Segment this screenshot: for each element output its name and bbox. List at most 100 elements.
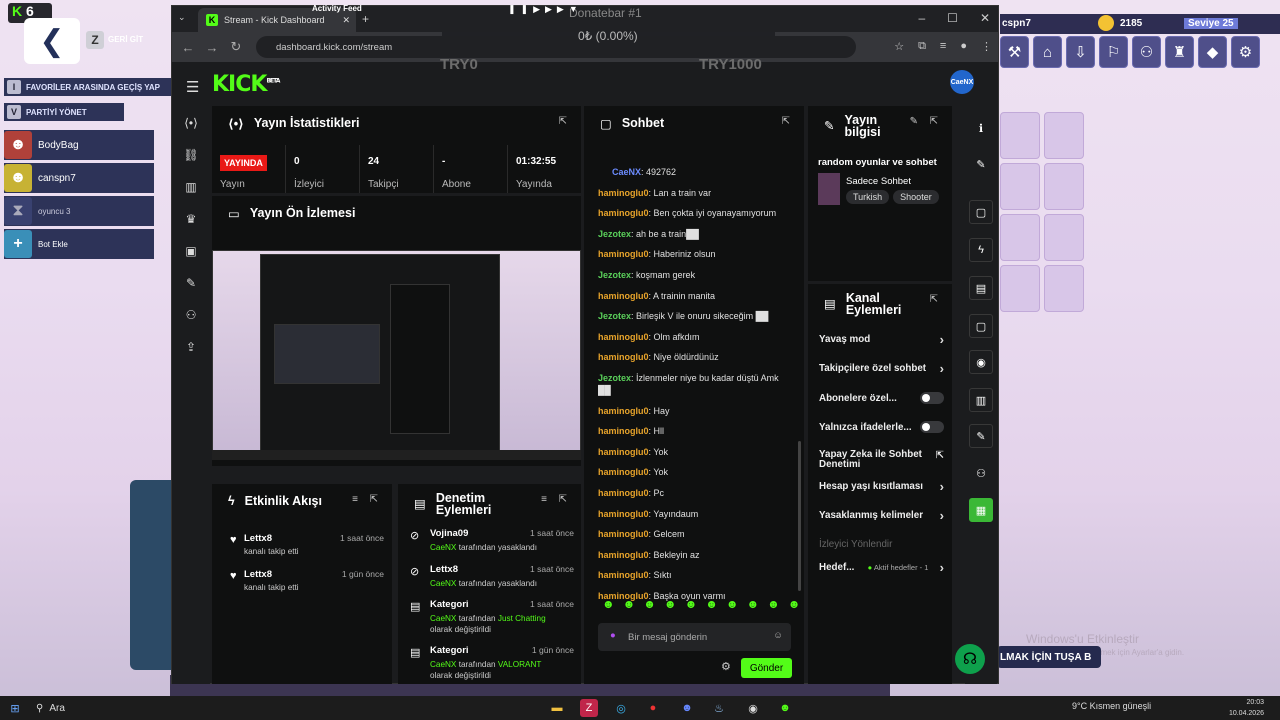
minimize-icon[interactable]: – (918, 11, 925, 25)
emoji-icon[interactable]: ☺ (773, 630, 783, 641)
mic-icon[interactable]: ● (610, 630, 616, 641)
upload-icon[interactable]: ⇪ (182, 340, 200, 358)
inventory-slot[interactable] (1000, 265, 1040, 312)
maximize-icon[interactable]: ☐ (947, 11, 958, 25)
emote-icon[interactable]: ☻ (746, 597, 759, 611)
ai-moderation-action[interactable]: Yapay Zeka ile Sohbet Denetimi ⇱ (819, 450, 944, 470)
account-age-action[interactable]: Hesap yaşı kısıtlaması › (819, 479, 944, 494)
back-icon[interactable]: ← (176, 40, 200, 55)
chat-username[interactable]: CaeNX (612, 167, 641, 177)
emote-icon[interactable]: ☻ (685, 597, 698, 611)
menu-dots-icon[interactable]: ⋮ (981, 40, 992, 53)
tool-icon[interactable]: ⚐ (1099, 36, 1128, 68)
link-icon[interactable]: ⛓ (182, 148, 200, 166)
tool-icon[interactable]: ♜ (1165, 36, 1194, 68)
inventory-slot[interactable] (1044, 265, 1084, 312)
popout-icon[interactable]: ⇱ (930, 294, 938, 305)
stream-preview-video[interactable] (212, 250, 581, 460)
clapper-icon[interactable]: ▦ (969, 498, 993, 522)
mod-actor[interactable]: CaeNX (430, 579, 456, 588)
wrench-icon[interactable]: ✎ (182, 276, 200, 294)
broadcast-icon[interactable]: ◉ (969, 350, 993, 374)
tool-icon[interactable]: ◆ (1198, 36, 1227, 68)
emote-icon[interactable]: ☻ (788, 597, 801, 611)
team-player-1[interactable]: ☻ BodyBag (4, 130, 154, 160)
add-bot-button[interactable]: + Bot Ekle (4, 229, 154, 259)
tool-icon[interactable]: ⌂ (1033, 36, 1062, 68)
reload-icon[interactable]: ↻ (224, 39, 248, 55)
send-button[interactable]: Gönder (741, 658, 792, 678)
banned-words-action[interactable]: Yasaklanmış kelimeler › (819, 508, 944, 523)
popout-icon[interactable]: ⇱ (782, 116, 790, 127)
emotes-only-toggle[interactable] (920, 421, 944, 433)
followers-only-action[interactable]: Takipçilere özel sohbet › (819, 361, 944, 376)
tool-icon[interactable]: ⚇ (1132, 36, 1161, 68)
emote-icon[interactable]: ☻ (767, 597, 780, 611)
chat-icon[interactable]: ▢ (969, 314, 993, 338)
kick-logo[interactable]: KICKBETA (212, 72, 280, 97)
tag-chip[interactable]: Turkish (846, 190, 890, 204)
trophy-icon[interactable]: ♛ (182, 212, 200, 230)
chat-username[interactable]: haminoglu0 (598, 426, 649, 436)
favorites-bar[interactable]: I FAVORİLER ARASINDA GEÇİŞ YAP (4, 78, 172, 96)
steam-icon[interactable]: ♨ (710, 699, 728, 717)
emote-icon[interactable]: ☻ (664, 597, 677, 611)
inventory-slot[interactable] (1000, 112, 1040, 159)
forward-icon[interactable]: → (200, 40, 224, 55)
popout-icon[interactable]: ⇱ (930, 116, 938, 127)
video-icon[interactable]: ▣ (182, 244, 200, 262)
notes-icon[interactable]: ▤ (969, 276, 993, 300)
chat-username[interactable]: haminoglu0 (598, 291, 649, 301)
wrench-icon[interactable]: ✎ (969, 424, 993, 448)
chat-username[interactable]: haminoglu0 (598, 208, 649, 218)
info-icon[interactable]: ℹ (969, 116, 993, 140)
inventory-slot[interactable] (1044, 214, 1084, 261)
emote-icon[interactable]: ☻ (705, 597, 718, 611)
tool-icon[interactable]: ⚒ (1000, 36, 1029, 68)
support-headset-icon[interactable]: ☊ (955, 644, 985, 674)
pencil-icon[interactable]: ✎ (969, 152, 993, 176)
chat-username[interactable]: haminoglu0 (598, 249, 649, 259)
chat-username[interactable]: haminoglu0 (598, 447, 649, 457)
popout-icon[interactable]: ⇱ (370, 494, 378, 505)
chat-username[interactable]: haminoglu0 (598, 529, 649, 539)
mod-actor[interactable]: CaeNX (430, 543, 456, 552)
file-explorer-icon[interactable]: ▬ (548, 699, 566, 717)
subscribers-only-toggle[interactable] (920, 392, 944, 404)
chat-username[interactable]: Jezotex (598, 229, 631, 239)
bookmark-star-icon[interactable]: ☆ (894, 40, 904, 53)
inventory-slot[interactable] (1044, 112, 1084, 159)
media-icon[interactable]: ≡ (940, 40, 946, 53)
chat-username[interactable]: haminoglu0 (598, 570, 649, 580)
kick-app-icon[interactable]: ☻ (776, 699, 794, 717)
users-icon[interactable]: ⚇ (182, 308, 200, 326)
chat-username[interactable]: haminoglu0 (598, 188, 649, 198)
chat-username[interactable]: haminoglu0 (598, 509, 649, 519)
chat-username[interactable]: haminoglu0 (598, 406, 649, 416)
goals-action[interactable]: Hedef... ● Aktif hedefler - 1 › (819, 560, 944, 575)
chat-username[interactable]: Jezotex (598, 270, 631, 280)
popout-icon[interactable]: ⇱ (559, 116, 567, 127)
chat-username[interactable]: haminoglu0 (598, 352, 649, 362)
chat-scrollbar[interactable] (798, 441, 801, 591)
users-icon[interactable]: ⚇ (969, 461, 993, 485)
user-avatar[interactable]: CaeNX (950, 70, 974, 94)
mod-actor[interactable]: CaeNX (430, 614, 456, 623)
chat-input[interactable]: ● Bir mesaj gönderin ☺ (598, 623, 791, 651)
chat-username[interactable]: Jezotex (598, 311, 631, 321)
app-icon[interactable]: ● (644, 699, 662, 717)
inventory-slot[interactable] (1044, 163, 1084, 210)
edit-icon[interactable]: ✎ (910, 116, 918, 127)
wrench-icon[interactable]: ⚙ (1231, 36, 1260, 68)
weather-widget[interactable]: 9°C Kısmen güneşli (1072, 701, 1151, 711)
chat-username[interactable]: haminoglu0 (598, 550, 649, 560)
inventory-slot[interactable] (1000, 163, 1040, 210)
media-controls[interactable]: ❚❚▶▶▶▼ (508, 4, 583, 15)
filter-icon[interactable]: ≡ (541, 494, 547, 505)
chat-username[interactable]: Jezotex (598, 373, 631, 383)
hamburger-icon[interactable]: ☰ (186, 78, 199, 96)
party-bar[interactable]: V PARTİYİ YÖNET (4, 103, 124, 121)
filter-icon[interactable]: ≡ (352, 494, 358, 505)
emote-icon[interactable]: ☻ (643, 597, 656, 611)
close-window-icon[interactable]: ✕ (980, 11, 990, 25)
